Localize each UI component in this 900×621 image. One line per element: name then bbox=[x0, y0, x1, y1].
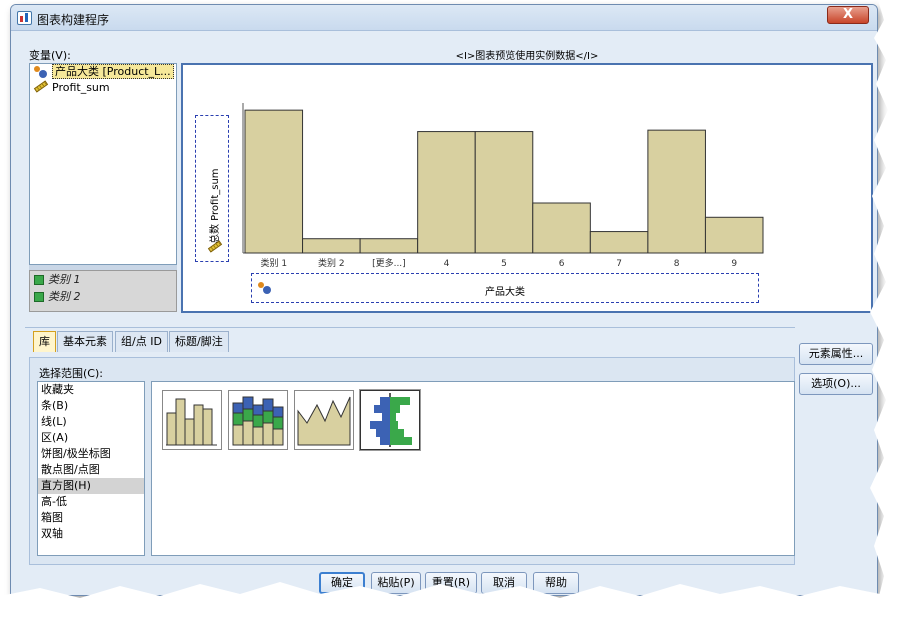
choose-from-label: 选择范围(C): bbox=[39, 367, 103, 380]
window-title: 图表构建程序 bbox=[37, 13, 110, 27]
bar bbox=[244, 109, 304, 254]
category-icon bbox=[34, 275, 44, 285]
bar bbox=[417, 131, 476, 254]
chart-type-item[interactable]: 线(L) bbox=[38, 414, 144, 430]
bar bbox=[647, 129, 706, 254]
chart-type-item[interactable]: 饼图/极坐标图 bbox=[38, 446, 144, 462]
bar bbox=[359, 238, 419, 254]
simple-histogram-icon[interactable] bbox=[162, 390, 222, 450]
chart-type-item[interactable]: 收藏夹 bbox=[38, 382, 144, 398]
variable-item-profit-sum[interactable]: Profit_sum bbox=[30, 80, 176, 96]
frequency-polygon-icon[interactable] bbox=[294, 390, 354, 450]
group-item-category-1[interactable]: 类别 1 bbox=[30, 271, 176, 288]
chart-type-item[interactable]: 区(A) bbox=[38, 430, 144, 446]
x-tick-label: 类别 1 bbox=[260, 257, 287, 269]
chart-type-item[interactable]: 箱图 bbox=[38, 510, 144, 526]
chart-builder-window: 图表构建程序 X 变量(V): <I>图表预览使用实例数据</I> 产品大类 [… bbox=[10, 4, 878, 596]
x-tick-label: 6 bbox=[559, 259, 565, 269]
tab-group-point-id[interactable]: 组/点 ID bbox=[115, 331, 168, 352]
x-tick-label: [更多...] bbox=[372, 257, 406, 269]
preview-caption: <I>图表预览使用实例数据</I> bbox=[455, 51, 599, 62]
tab-gallery[interactable]: 库 bbox=[33, 331, 56, 352]
chart-type-item[interactable]: 双轴 bbox=[38, 526, 144, 542]
x-tick-label: 8 bbox=[674, 259, 680, 269]
bar bbox=[589, 231, 649, 254]
variable-list[interactable]: 产品大类 [Product_L... Profit_sum bbox=[29, 63, 177, 265]
population-pyramid-icon[interactable] bbox=[360, 390, 420, 450]
stacked-histogram-icon[interactable] bbox=[228, 390, 288, 450]
chart-builder-app-icon bbox=[17, 11, 32, 25]
options-button[interactable]: 选项(O)... bbox=[799, 373, 873, 395]
nominal-icon bbox=[34, 66, 48, 78]
y-axis-drop-zone[interactable]: 总数 Profit_sum bbox=[195, 115, 229, 262]
bar bbox=[302, 238, 361, 254]
gallery-thumbnails bbox=[151, 381, 795, 556]
bar bbox=[704, 216, 764, 254]
tab-titles-footnotes[interactable]: 标题/脚注 bbox=[169, 331, 229, 352]
y-axis-label: 总数 Profit_sum bbox=[210, 168, 221, 244]
group-list[interactable]: 类别 1 类别 2 bbox=[29, 270, 177, 312]
torn-edge-decoration bbox=[870, 0, 900, 600]
x-axis-drop-zone[interactable]: 产品大类 bbox=[251, 273, 759, 303]
bar-chart: 类别 1 类别 2 [更多...] 4 5 6 7 8 9 bbox=[242, 103, 764, 269]
variables-label: 变量(V): bbox=[29, 49, 71, 62]
element-properties-button[interactable]: 元素属性... bbox=[799, 343, 873, 365]
category-icon bbox=[34, 292, 44, 302]
close-button[interactable]: X bbox=[827, 6, 869, 24]
bar bbox=[474, 131, 534, 254]
tab-basic-elements[interactable]: 基本元素 bbox=[57, 331, 113, 352]
x-tick-label: 5 bbox=[501, 259, 507, 269]
x-axis-label: 产品大类 bbox=[485, 287, 525, 298]
scale-ruler-icon bbox=[33, 80, 49, 93]
chart-type-item-histogram[interactable]: 直方图(H) bbox=[38, 478, 144, 494]
x-tick-label: 类别 2 bbox=[318, 257, 345, 269]
chart-type-item[interactable]: 条(B) bbox=[38, 398, 144, 414]
variable-item-product-line[interactable]: 产品大类 [Product_L... bbox=[30, 64, 176, 80]
x-tick-label: 7 bbox=[616, 259, 622, 269]
chart-type-item[interactable]: 高-低 bbox=[38, 494, 144, 510]
x-tick-label: 4 bbox=[444, 259, 450, 269]
bar bbox=[532, 202, 591, 254]
chart-type-item[interactable]: 散点图/点图 bbox=[38, 462, 144, 478]
group-item-category-2[interactable]: 类别 2 bbox=[30, 288, 176, 305]
torn-edge-decoration bbox=[0, 582, 900, 621]
x-tick-label: 9 bbox=[731, 259, 737, 269]
title-bar: 图表构建程序 X bbox=[11, 5, 877, 31]
chart-type-list[interactable]: 收藏夹 条(B) 线(L) 区(A) 饼图/极坐标图 散点图/点图 直方图(H)… bbox=[37, 381, 145, 556]
chart-preview-canvas[interactable]: 总数 Profit_sum 类别 1 类别 2 [更多...] 4 5 6 7 8 9 产品大类 bbox=[181, 63, 873, 313]
